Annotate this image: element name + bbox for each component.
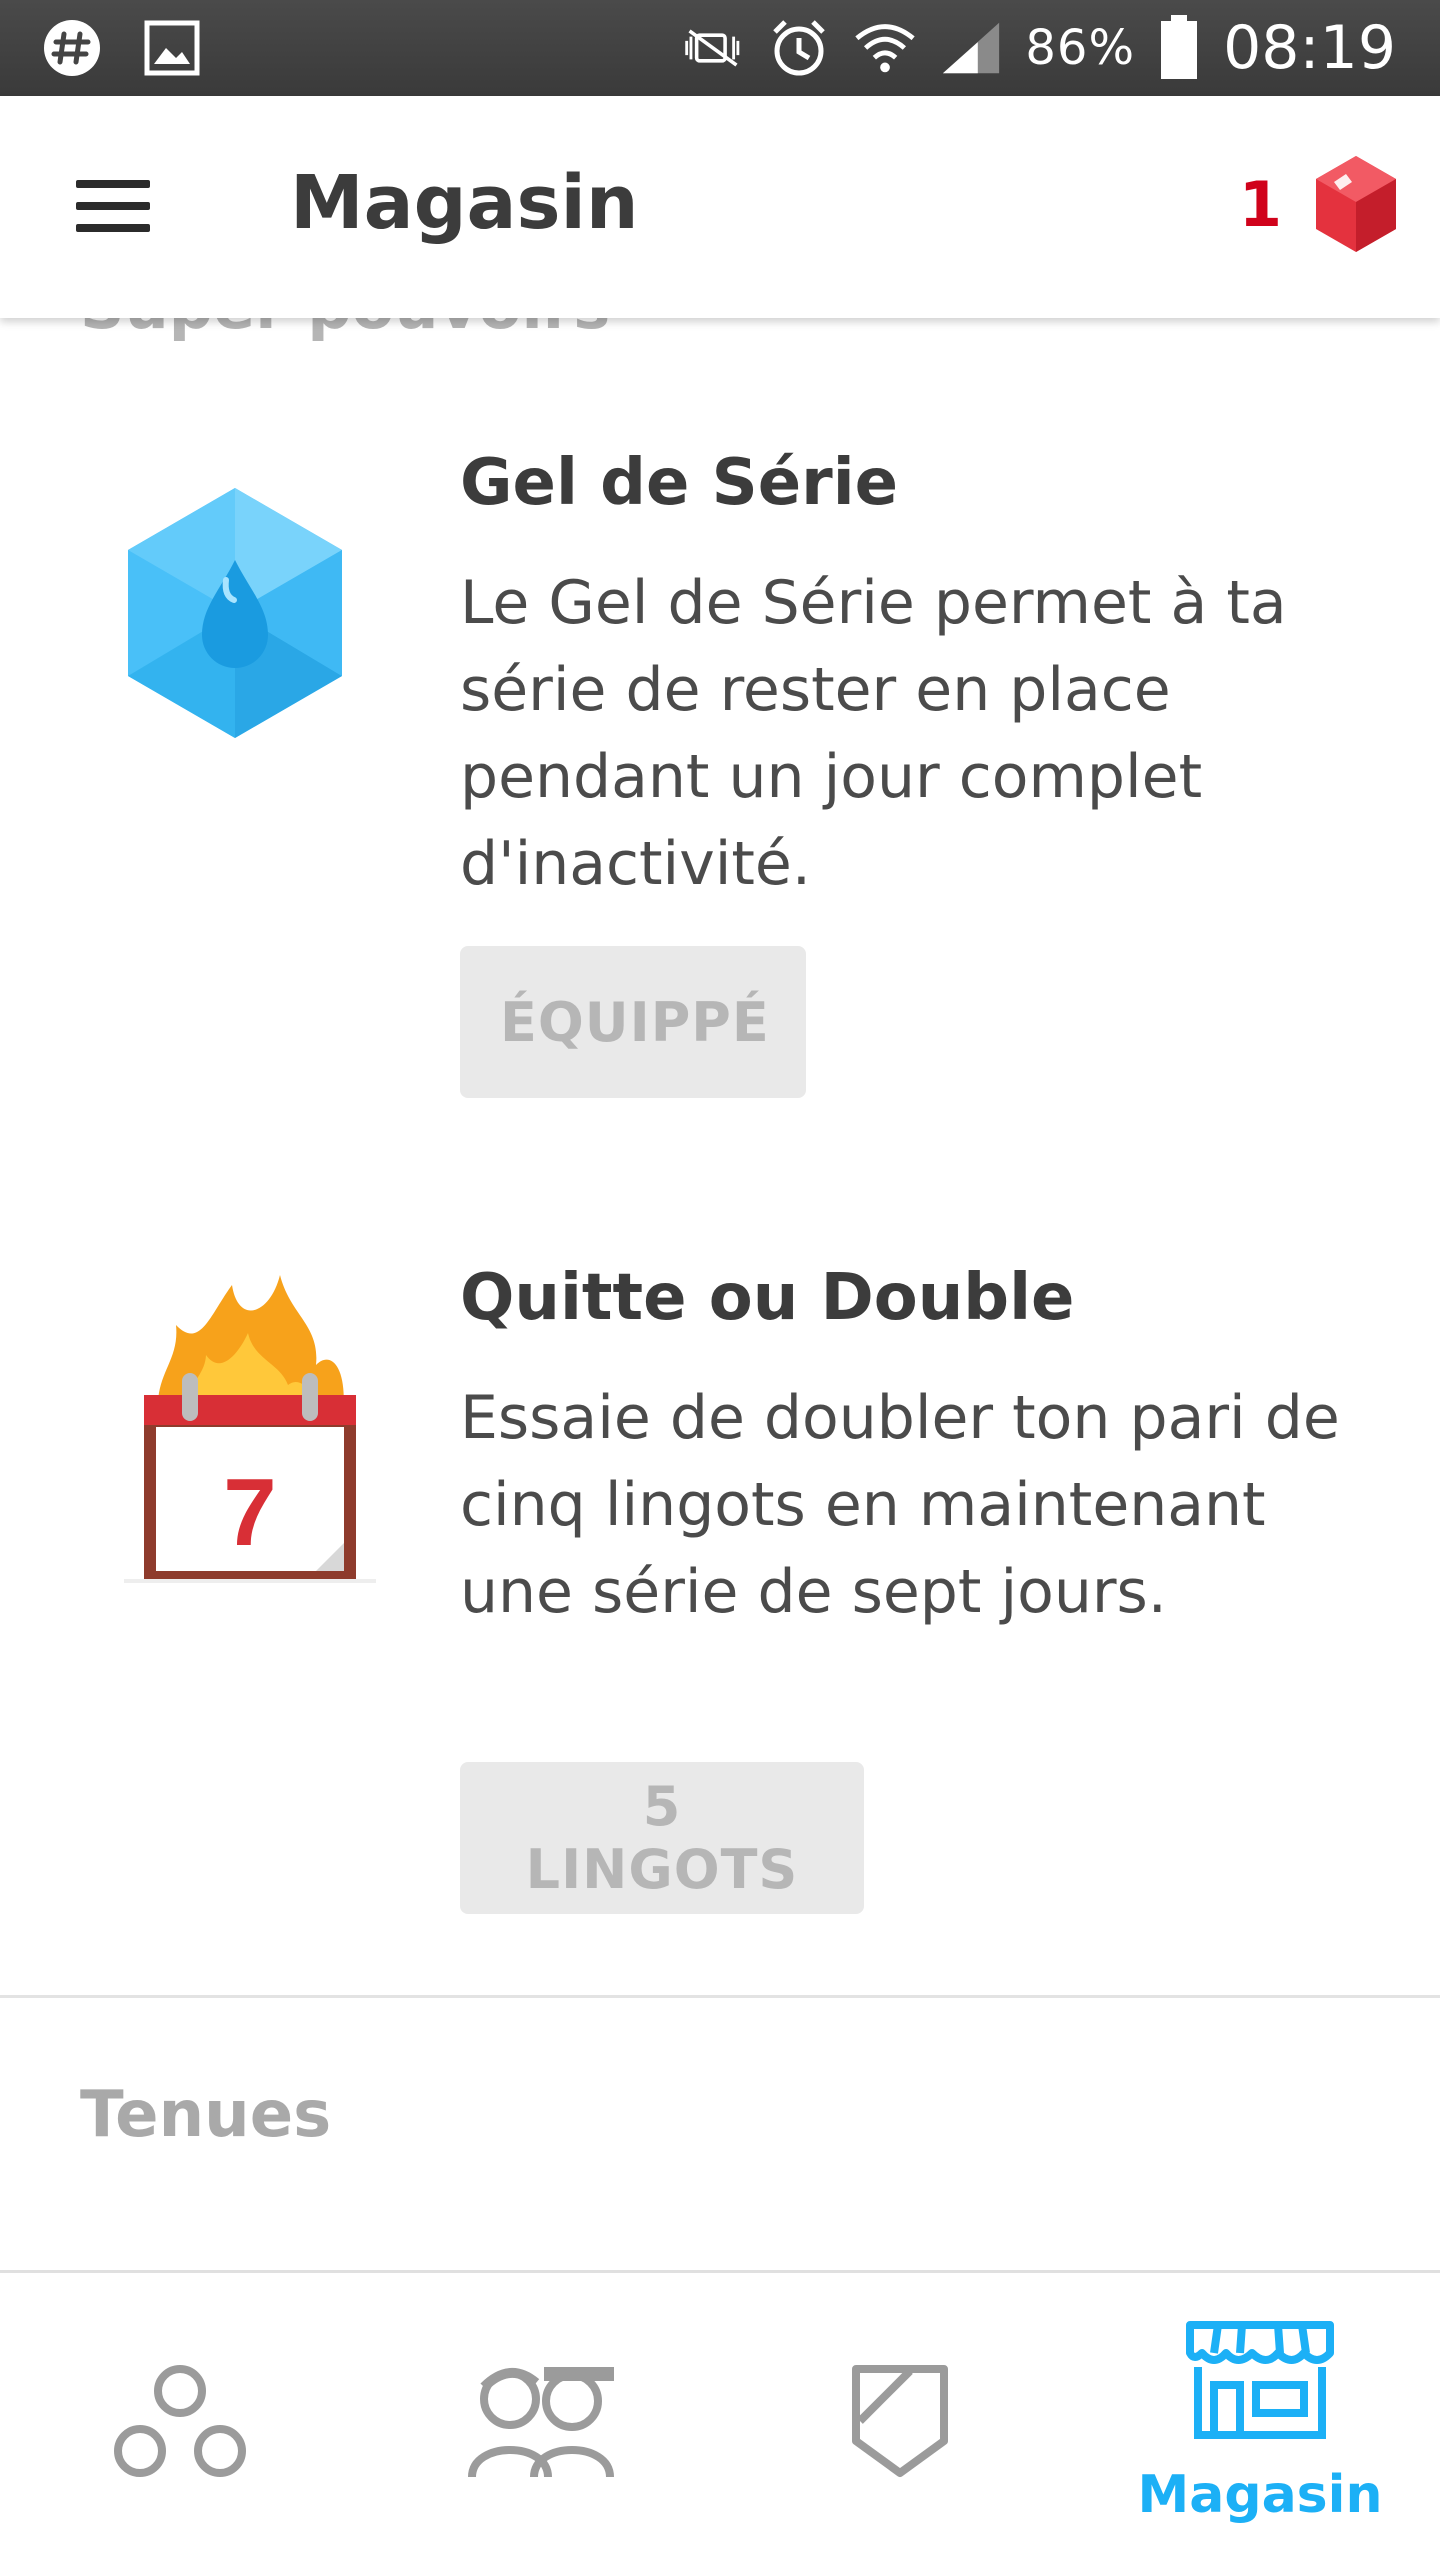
nav-friends[interactable] [360, 2273, 720, 2563]
shield-icon [852, 2365, 948, 2477]
streak-freeze-icon [120, 480, 380, 780]
battery-icon [1157, 15, 1201, 80]
nav-shop[interactable]: Magasin [1080, 2273, 1440, 2563]
menu-icon[interactable] [76, 180, 150, 234]
slack-icon [40, 16, 104, 80]
gem-count[interactable]: 1 [1239, 168, 1282, 241]
friends-icon [468, 2367, 614, 2478]
double-or-nothing-icon: 7 [120, 1255, 380, 1583]
circles-icon [114, 2365, 246, 2477]
nav-clubs[interactable] [720, 2273, 1080, 2563]
item-title: Quitte ou Double [460, 1261, 1075, 1335]
item-title: Gel de Série [460, 446, 899, 520]
wifi-icon [853, 16, 917, 80]
bottom-navigation: Magasin [0, 2270, 1440, 2563]
divider [0, 1995, 1440, 1998]
shop-icon [1186, 2321, 1334, 2439]
nav-shop-label: Magasin [1137, 2465, 1383, 2525]
equipped-button[interactable]: ÉQUIPPÉ [460, 946, 806, 1098]
page-title: Magasin [290, 160, 639, 246]
clock: 08:19 [1223, 13, 1396, 83]
battery-percent: 86% [1025, 20, 1136, 76]
signal-icon [939, 16, 1003, 80]
nav-learn[interactable] [0, 2273, 360, 2563]
status-bar: 86% 08:19 [0, 0, 1440, 96]
alarm-icon [767, 16, 831, 80]
section-header-outfits: Tenues [80, 2078, 332, 2152]
calendar-number: 7 [223, 1459, 276, 1566]
item-description: Le Gel de Série permet à ta série de res… [460, 568, 1287, 899]
item-description: Essaie de doubler ton pari de cinq lingo… [460, 1383, 1340, 1627]
gem-icon[interactable] [1312, 154, 1400, 254]
app-bar: Magasin 1 [0, 96, 1440, 318]
mute-icon [681, 16, 745, 80]
image-icon [140, 16, 204, 80]
buy-5-lingots-button[interactable]: 5 LINGOTS [460, 1762, 864, 1914]
